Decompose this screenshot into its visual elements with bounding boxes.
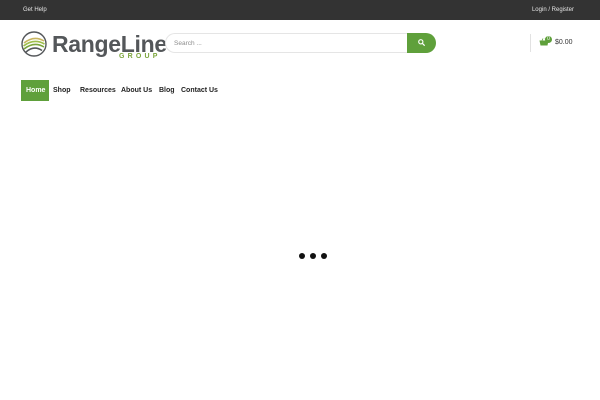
loader-dot xyxy=(321,253,327,259)
nav-item-about-us[interactable]: About Us xyxy=(121,80,152,101)
search-form xyxy=(165,33,436,53)
top-bar: Get Help Login / Register xyxy=(0,0,600,20)
search-button[interactable] xyxy=(407,33,436,53)
site-logo[interactable]: RangeLine GROUP xyxy=(21,31,167,63)
logo-tagline: GROUP xyxy=(119,53,161,60)
search-input[interactable] xyxy=(165,33,409,53)
get-help-link[interactable]: Get Help xyxy=(23,6,47,14)
nav-item-blog[interactable]: Blog xyxy=(159,80,175,101)
nav-item-home[interactable]: Home xyxy=(21,80,49,101)
cart-count-badge: 0 xyxy=(545,36,552,43)
cart-total: $0.00 xyxy=(555,39,573,46)
nav-item-resources[interactable]: Resources xyxy=(80,80,116,101)
nav-item-shop[interactable]: Shop xyxy=(53,80,71,101)
nav-item-contact-us[interactable]: Contact Us xyxy=(181,80,218,101)
loading-indicator xyxy=(299,253,329,259)
cart-widget[interactable]: 0 $0.00 xyxy=(530,34,580,52)
loader-dot xyxy=(299,253,305,259)
loader-dot xyxy=(310,253,316,259)
logo-mark-icon xyxy=(21,31,47,57)
login-register-link[interactable]: Login / Register xyxy=(532,6,574,14)
search-icon xyxy=(418,39,425,46)
